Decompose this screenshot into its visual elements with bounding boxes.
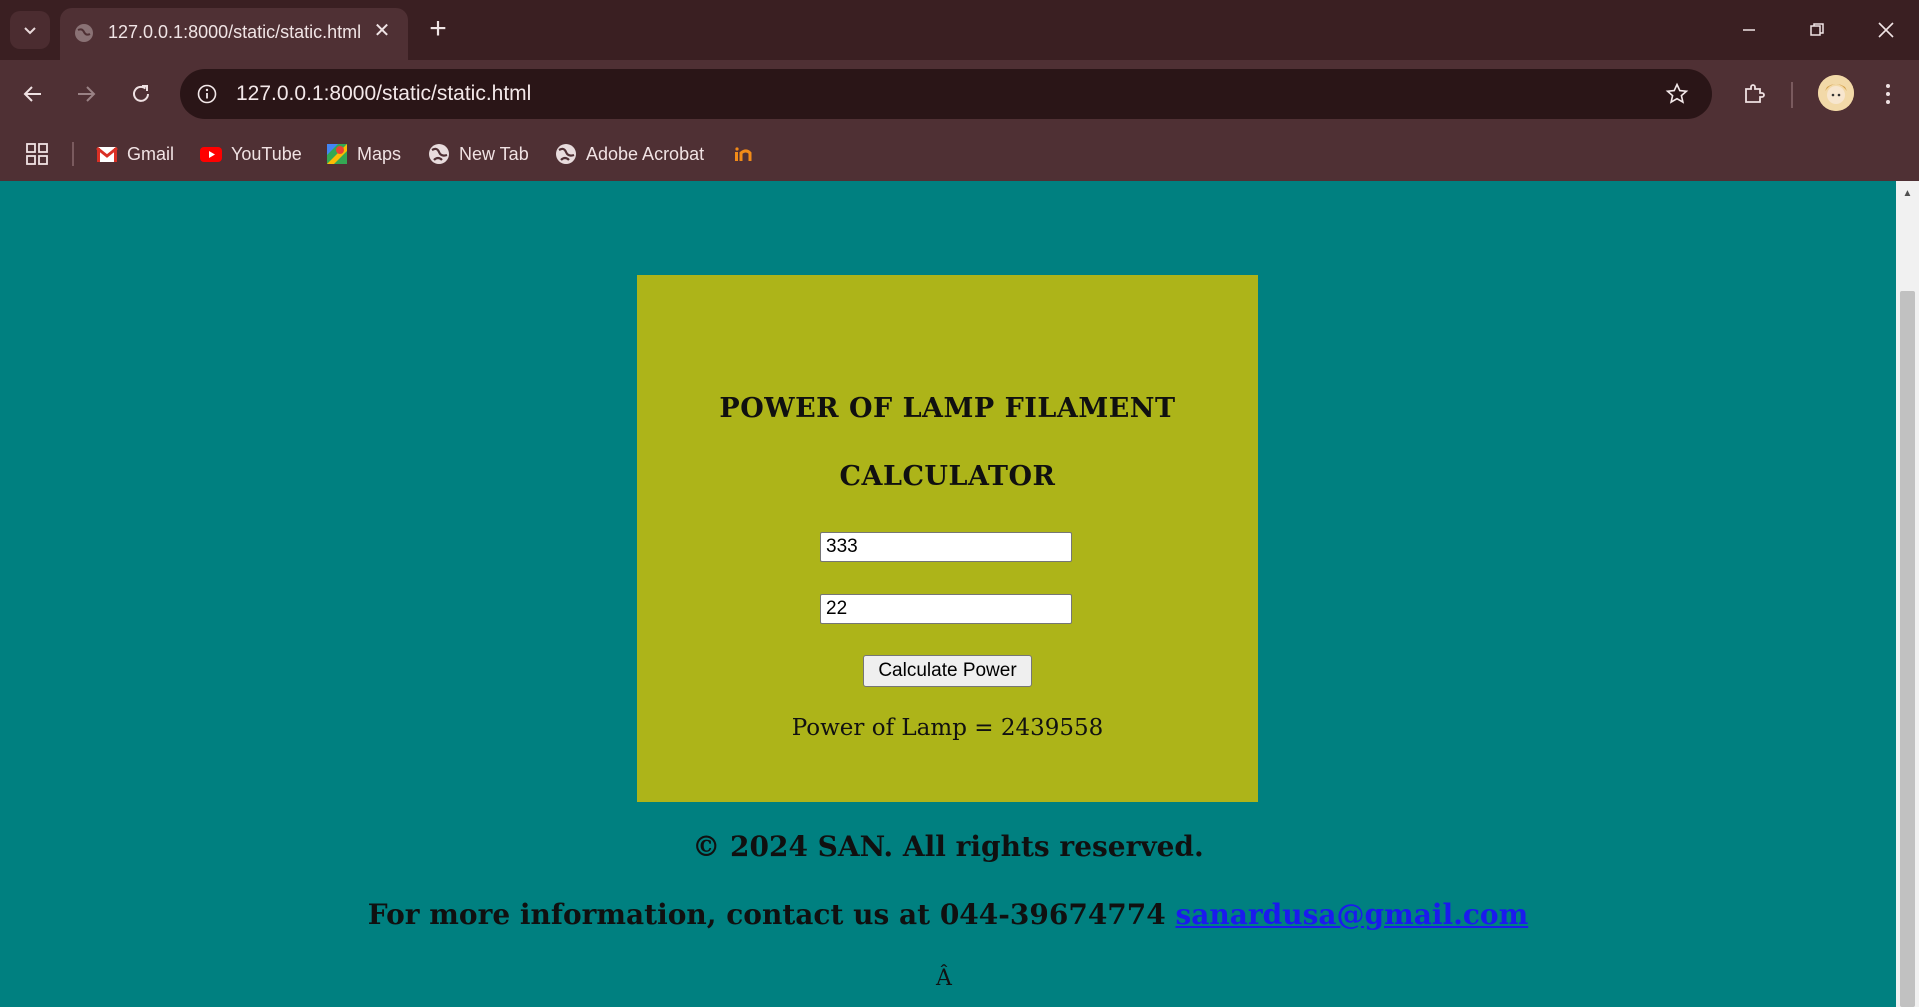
url-text[interactable]: 127.0.0.1:8000/static/static.html — [236, 82, 531, 106]
page-title: POWER OF LAMP FILAMENT — [719, 393, 1176, 424]
reload-icon — [133, 85, 149, 102]
stray-character: Â — [936, 966, 952, 991]
close-icon — [1878, 22, 1894, 38]
resistance-input[interactable] — [820, 532, 1072, 562]
voltage-input[interactable] — [820, 594, 1072, 624]
vertical-scrollbar[interactable]: ▲ — [1896, 181, 1919, 1007]
bookmark-maps[interactable]: Maps — [326, 140, 401, 168]
apps-grid-icon — [26, 143, 48, 165]
reload-button[interactable] — [121, 74, 161, 114]
extensions-button[interactable] — [1734, 74, 1774, 114]
active-tab[interactable]: 127.0.0.1:8000/static/static.html ✕ — [60, 8, 408, 60]
brand-logo-icon — [735, 147, 752, 161]
bookmark-label: Maps — [357, 143, 402, 164]
bookmarks-bar: Gmail YouTube Maps New Tab Adobe Acrobat — [0, 128, 1919, 181]
more-vert-icon — [1886, 84, 1890, 104]
email-link[interactable]: sanardusa@gmail.com — [1176, 898, 1529, 931]
site-info-icon[interactable] — [192, 79, 222, 109]
scroll-up-arrow-icon[interactable]: ▲ — [1896, 185, 1919, 201]
footer-copyright: © 2024 SAN. All rights reserved. — [692, 830, 1204, 863]
tab-search-button[interactable] — [10, 11, 50, 49]
new-tab-button[interactable]: + — [421, 12, 455, 46]
minimize-icon — [1743, 29, 1755, 31]
calculate-power-button[interactable]: Calculate Power — [863, 655, 1032, 687]
minimize-button[interactable] — [1725, 10, 1773, 50]
close-window-button[interactable] — [1862, 10, 1910, 50]
bookmark-adobe-acrobat[interactable]: Adobe Acrobat — [555, 140, 704, 168]
bookmark-extra[interactable] — [732, 140, 763, 168]
globe-icon — [75, 24, 93, 42]
profile-avatar[interactable] — [1818, 75, 1854, 111]
toolbar-divider — [1791, 82, 1793, 108]
footer-contact: For more information, contact us at 044-… — [0, 898, 1896, 931]
youtube-icon — [200, 147, 222, 162]
restore-button[interactable] — [1793, 10, 1841, 50]
calculator-card: POWER OF LAMP FILAMENT CALCULATOR Calcul… — [637, 275, 1258, 802]
footer-contact-text: For more information, contact us at 044-… — [367, 898, 1176, 931]
bookmarks-divider — [72, 142, 74, 166]
bookmark-label: Gmail — [127, 143, 175, 164]
result-value: 2439558 — [1000, 715, 1104, 741]
back-button[interactable] — [13, 74, 53, 114]
result-text: Power of Lamp = 2439558 — [637, 715, 1258, 741]
apps-button[interactable] — [26, 140, 48, 168]
bookmark-label: New Tab — [459, 143, 529, 164]
bookmark-new-tab[interactable]: New Tab — [428, 140, 529, 168]
chevron-down-icon — [24, 27, 36, 35]
close-tab-icon[interactable]: ✕ — [368, 16, 396, 44]
bookmark-label: YouTube — [231, 143, 302, 164]
globe-icon — [429, 144, 449, 164]
bookmark-gmail[interactable]: Gmail — [96, 140, 174, 168]
address-bar[interactable]: 127.0.0.1:8000/static/static.html — [180, 69, 1712, 119]
bookmark-label: Adobe Acrobat — [586, 143, 705, 164]
scrollbar-thumb[interactable] — [1900, 291, 1915, 1007]
forward-button[interactable] — [66, 74, 106, 114]
globe-icon — [556, 144, 576, 164]
tab-strip: 127.0.0.1:8000/static/static.html ✕ + — [0, 0, 1919, 60]
bookmark-star-icon[interactable] — [1662, 79, 1692, 109]
gmail-icon — [96, 146, 118, 162]
arrow-left-icon — [23, 86, 41, 102]
browser-toolbar: 127.0.0.1:8000/static/static.html — [0, 60, 1919, 128]
result-label: Power of Lamp = — [791, 715, 1001, 741]
tab-title: 127.0.0.1:8000/static/static.html — [108, 22, 362, 42]
arrow-right-icon — [78, 86, 96, 102]
puzzle-icon — [1745, 84, 1765, 103]
browser-menu-button[interactable] — [1868, 74, 1908, 114]
bookmark-youtube[interactable]: YouTube — [200, 140, 302, 168]
maps-icon — [327, 144, 347, 164]
page-subtitle: CALCULATOR — [839, 461, 1056, 492]
restore-icon — [1810, 23, 1824, 36]
